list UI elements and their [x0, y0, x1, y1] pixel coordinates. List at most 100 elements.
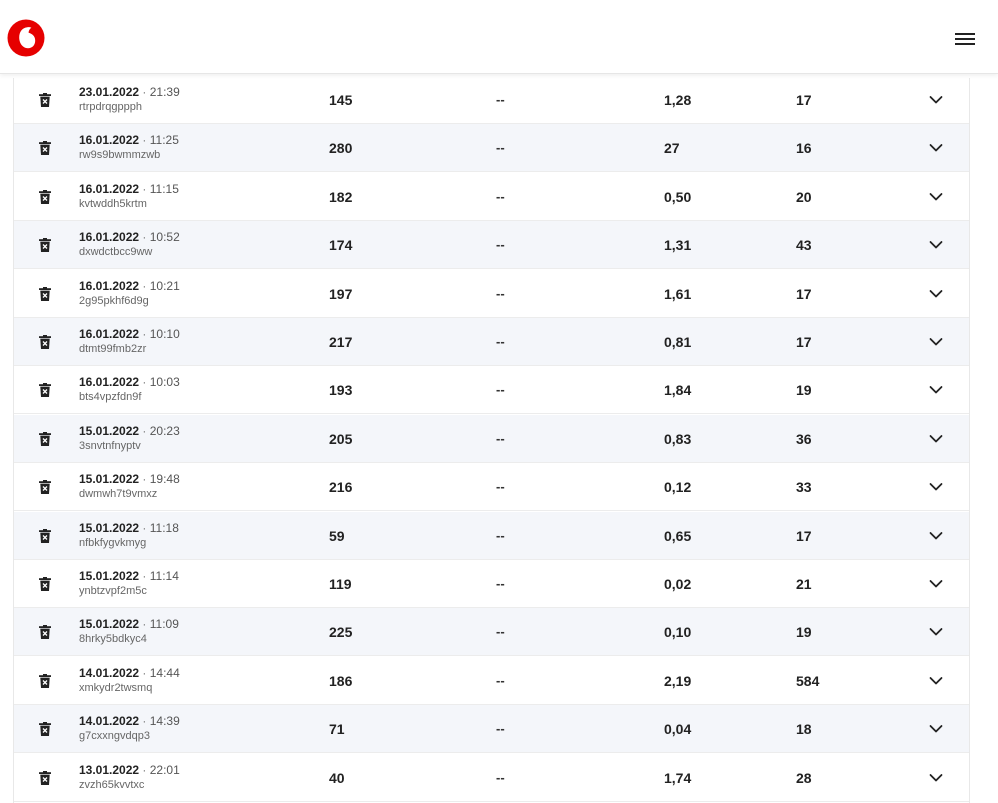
- chevron-down-icon[interactable]: [929, 676, 943, 686]
- row-datetime: 16.01.2022 · 10:03: [79, 375, 180, 389]
- row-value-1: 182: [329, 188, 353, 205]
- row-time: 21:39: [149, 85, 180, 99]
- trash-icon[interactable]: [39, 141, 51, 156]
- table-row: 15.01.2022 · 11:18 nfbkfygvkmyg 59 -- 0,65 17: [14, 511, 969, 560]
- table-row: 15.01.2022 · 20:23 3snvtnfnyptv 205 -- 0,83 3…: [14, 414, 969, 463]
- row-date: 16.01.2022: [79, 375, 140, 390]
- table-row: 15.01.2022 · 11:14 ynbtzvpf2m5c 119 -- 0,02 2…: [14, 560, 969, 608]
- row-time: 22:01: [149, 762, 180, 777]
- row-code: 8hrky5bdkyc4: [79, 633, 147, 646]
- row-value-2: --: [496, 576, 505, 591]
- row-value-2: --: [496, 237, 505, 253]
- row-value-1: 205: [329, 430, 353, 447]
- row-value-4: 21: [796, 576, 812, 592]
- chevron-down-icon[interactable]: [929, 385, 943, 395]
- row-datetime: 16.01.2022 · 10:52: [79, 230, 180, 244]
- chevron-down-icon[interactable]: [929, 579, 943, 589]
- trash-icon[interactable]: [39, 673, 51, 688]
- row-code: dwmwh7t9vmxz: [79, 488, 158, 501]
- chevron-down-icon[interactable]: [929, 337, 943, 347]
- chevron-down-icon[interactable]: [929, 143, 943, 153]
- hamburger-menu-icon[interactable]: [951, 28, 979, 50]
- chevron-down-icon[interactable]: [929, 773, 943, 783]
- row-value-3: 1,28: [664, 92, 692, 108]
- table-row: 14.01.2022 · 14:39 g7cxxngvdqp3 71 -- 0,04 18: [14, 705, 969, 754]
- trash-icon[interactable]: [39, 431, 51, 446]
- row-date-separator: ·: [142, 181, 147, 196]
- row-value-2: --: [496, 188, 505, 204]
- row-date: 13.01.2022: [79, 762, 140, 777]
- table-row: 16.01.2022 · 10:52 dxwdctbcc9ww 174 -- 1,31 4…: [14, 221, 969, 270]
- row-code: dtmt99fmb2zr: [79, 343, 147, 355]
- row-date: 14.01.2022: [79, 665, 140, 680]
- trash-icon[interactable]: [39, 528, 51, 543]
- row-date-separator: ·: [142, 569, 147, 583]
- chevron-down-icon[interactable]: [929, 434, 943, 444]
- table-row: 15.01.2022 · 11:09 8hrky5bdkyc4 225 -- 0,10 1…: [14, 608, 969, 657]
- chevron-down-icon[interactable]: [929, 192, 943, 202]
- row-date: 23.01.2022: [79, 85, 140, 99]
- vodafone-logo-icon[interactable]: [7, 19, 45, 57]
- trash-icon[interactable]: [39, 625, 51, 640]
- row-value-1: 145: [329, 92, 353, 108]
- row-value-1: 119: [329, 576, 352, 592]
- row-datetime: 16.01.2022 · 11:25: [79, 133, 179, 147]
- trash-icon[interactable]: [39, 383, 51, 398]
- row-date-separator: ·: [142, 714, 147, 729]
- row-value-3: 1,74: [664, 769, 692, 786]
- trash-icon[interactable]: [39, 480, 51, 495]
- trash-icon[interactable]: [39, 722, 51, 737]
- chevron-down-icon[interactable]: [929, 724, 943, 734]
- row-time: 20:23: [149, 423, 180, 438]
- row-value-3: 2,19: [664, 672, 692, 689]
- row-datetime: 16.01.2022 · 11:15: [79, 182, 179, 196]
- table-row: 15.01.2022 · 19:48 dwmwh7t9vmxz 216 -- 0,12 3…: [14, 463, 969, 512]
- row-date-separator: ·: [142, 133, 147, 148]
- row-datetime: 16.01.2022 · 10:10: [79, 327, 180, 341]
- row-value-3: 0,65: [664, 527, 692, 544]
- row-value-1: 216: [329, 479, 353, 496]
- row-value-1: 40: [329, 769, 345, 786]
- chevron-down-icon[interactable]: [929, 289, 943, 299]
- trash-icon[interactable]: [39, 286, 51, 301]
- row-date-separator: ·: [142, 520, 147, 535]
- row-datetime: 15.01.2022 · 11:14: [79, 569, 179, 583]
- row-datetime: 14.01.2022 · 14:39: [79, 714, 180, 728]
- chevron-down-icon[interactable]: [929, 531, 943, 541]
- row-value-1: 280: [329, 140, 353, 157]
- trash-icon[interactable]: [39, 238, 51, 253]
- trash-icon[interactable]: [39, 770, 51, 785]
- chevron-down-icon[interactable]: [929, 240, 943, 250]
- row-date-separator: ·: [142, 278, 147, 293]
- trash-icon[interactable]: [39, 335, 51, 349]
- row-value-2: --: [496, 382, 505, 398]
- chevron-down-icon[interactable]: [929, 627, 943, 637]
- trash-icon[interactable]: [39, 189, 51, 204]
- row-code: rw9s9bwmmzwb: [79, 149, 161, 162]
- trash-icon[interactable]: [39, 93, 51, 107]
- row-value-4: 33: [796, 479, 812, 496]
- row-value-2: --: [496, 624, 505, 640]
- row-datetime: 16.01.2022 · 10:21: [79, 279, 180, 293]
- row-datetime: 15.01.2022 · 20:23: [79, 424, 180, 438]
- trash-icon[interactable]: [39, 577, 51, 591]
- row-value-1: 197: [329, 285, 353, 302]
- row-time: 10:10: [149, 327, 180, 341]
- row-code: nfbkfygvkmyg: [79, 536, 147, 549]
- chevron-down-icon[interactable]: [929, 95, 943, 105]
- row-value-4: 584: [796, 672, 820, 689]
- row-value-4: 43: [796, 237, 812, 254]
- row-value-4: 20: [796, 188, 812, 205]
- row-value-4: 19: [796, 624, 812, 641]
- row-date: 14.01.2022: [79, 714, 140, 729]
- row-value-4: 17: [796, 334, 812, 350]
- row-time: 11:14: [149, 569, 179, 583]
- table-row: 16.01.2022 · 11:25 rw9s9bwmmzwb 280 -- 27 16: [14, 124, 969, 173]
- row-time: 10:52: [149, 230, 180, 245]
- row-datetime: 15.01.2022 · 11:09: [79, 617, 179, 631]
- row-code: g7cxxngvdqp3: [79, 730, 150, 743]
- row-value-2: --: [496, 527, 505, 543]
- chevron-down-icon[interactable]: [929, 482, 943, 492]
- row-value-3: 1,61: [664, 285, 692, 302]
- row-value-3: 0,02: [664, 576, 692, 592]
